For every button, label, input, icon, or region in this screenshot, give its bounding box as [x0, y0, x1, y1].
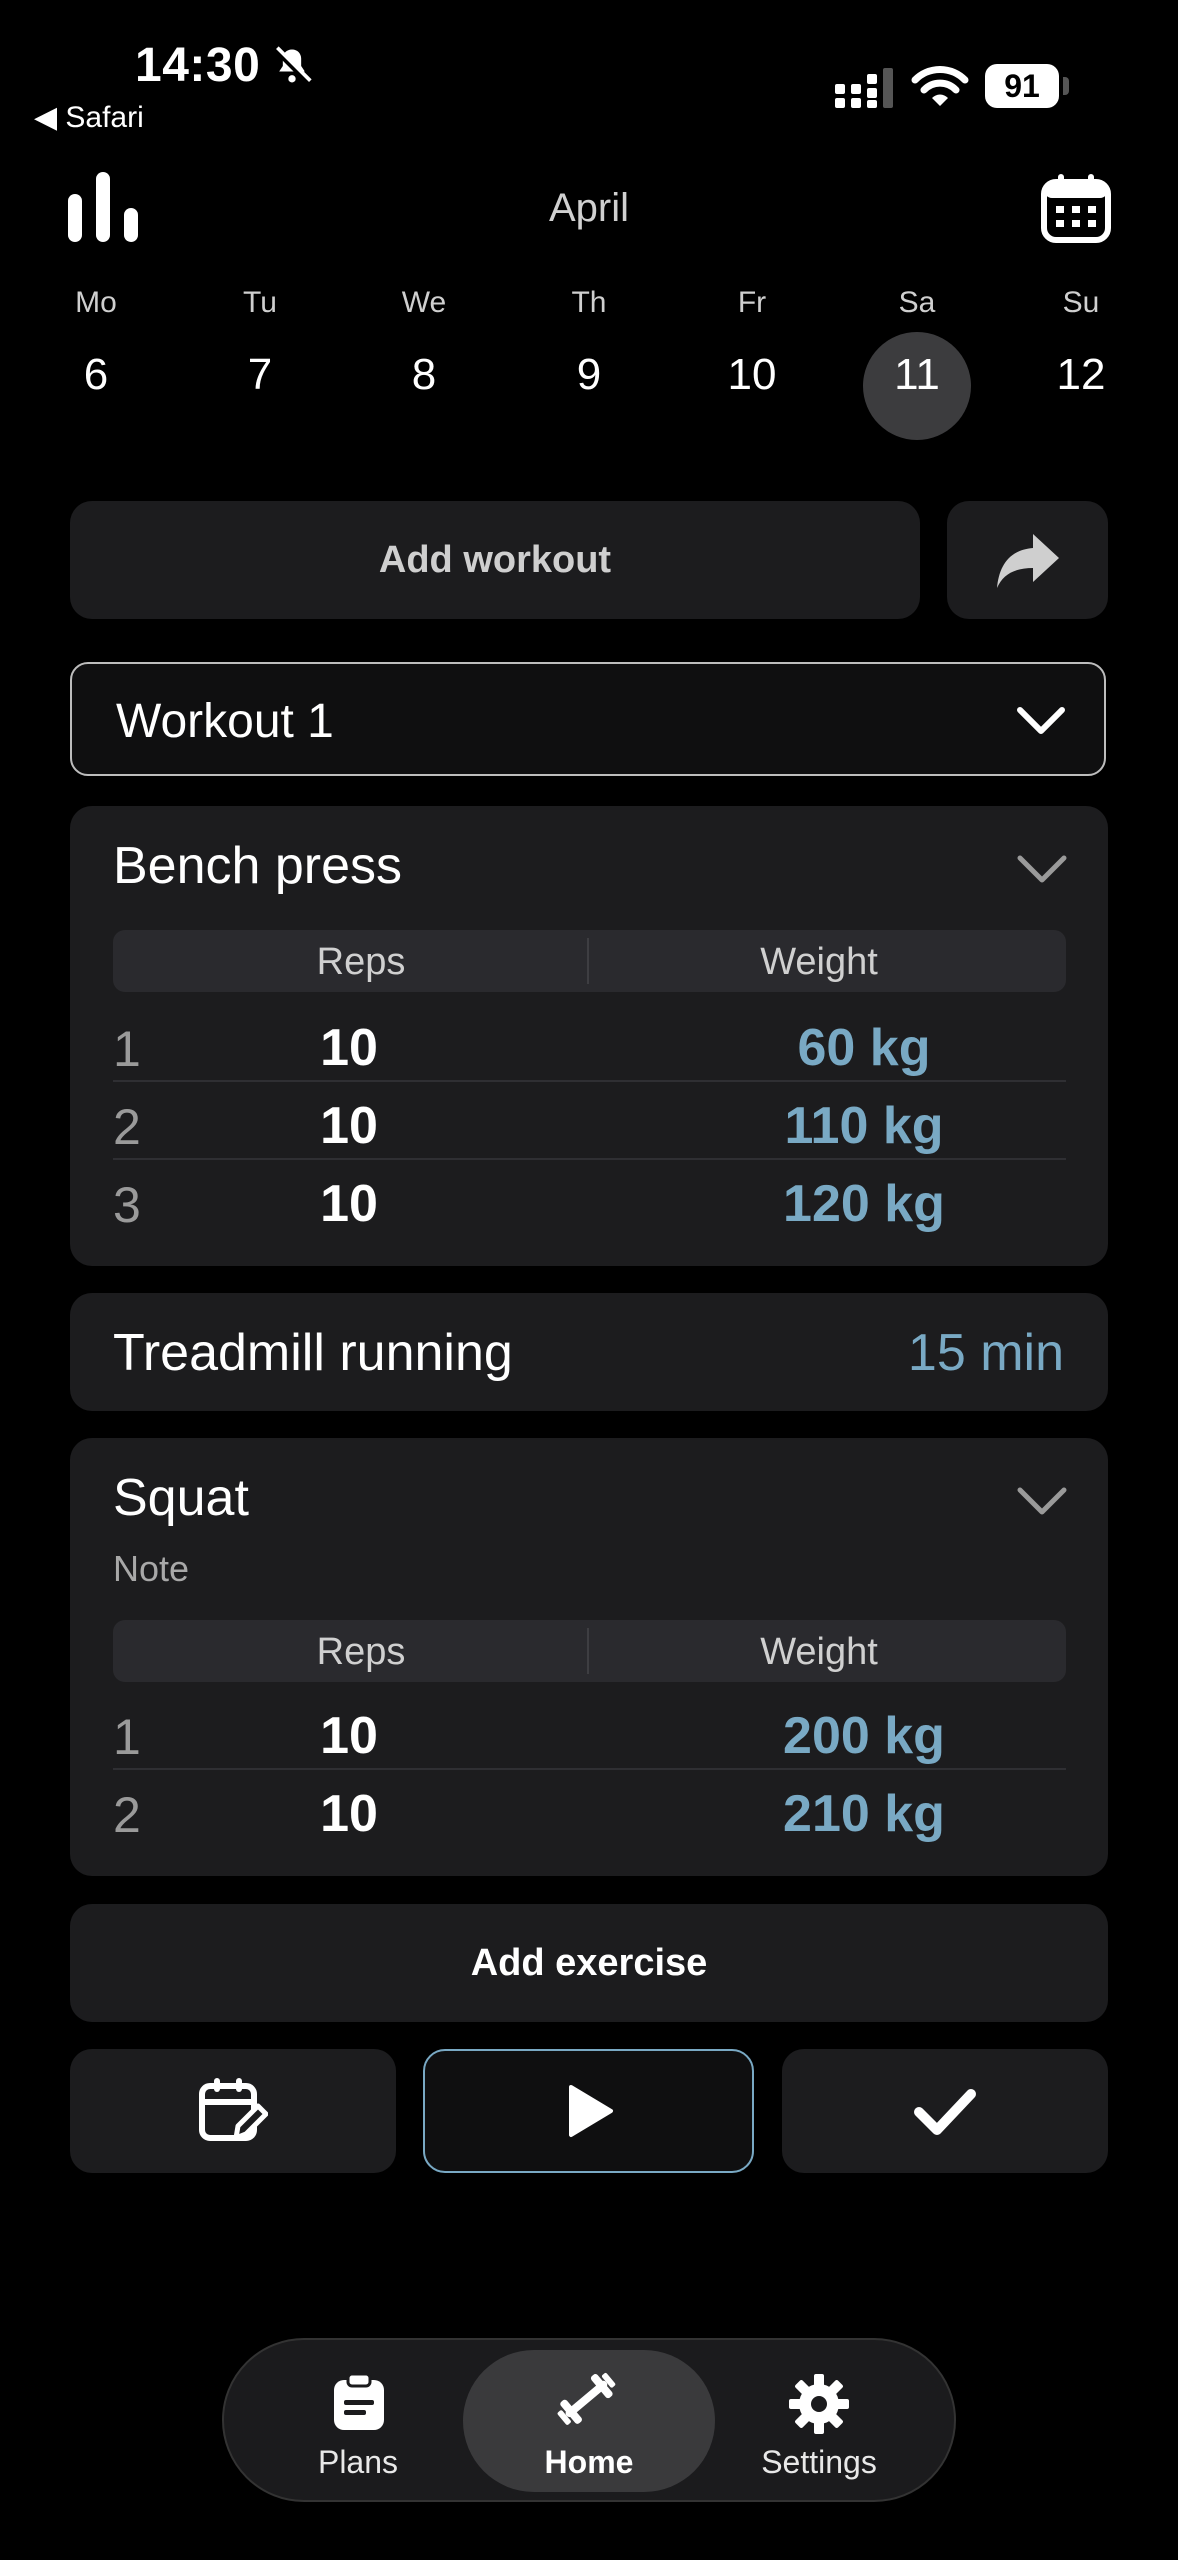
day-sunday[interactable]: Su 12 [1021, 286, 1141, 400]
calendar-icon[interactable] [1040, 172, 1112, 244]
day-wednesday[interactable]: We 8 [364, 286, 484, 400]
exercise-duration: 15 min [907, 1324, 1064, 1382]
bell-muted-icon [273, 46, 312, 85]
column-header-reps: Reps [316, 941, 406, 983]
tab-plans[interactable]: Plans [258, 2370, 458, 2490]
column-header-weight: Weight [760, 1631, 878, 1673]
exercise-card-bench-press: Bench press Reps Weight 1 10 60 kg 2 10 … [70, 806, 1108, 1266]
battery-level: 91 [985, 64, 1059, 108]
share-arrow-icon [996, 534, 1059, 588]
day-number: 12 [1056, 350, 1106, 399]
battery-indicator: 91 [985, 64, 1071, 108]
day-number: 7 [247, 350, 273, 399]
clipboard-icon [334, 2374, 384, 2430]
tab-label: Home [544, 2444, 634, 2480]
day-number: 10 [727, 350, 777, 399]
wifi-icon [911, 66, 969, 106]
checkmark-icon [914, 2089, 976, 2135]
set-index: 1 [113, 1709, 141, 1765]
row-divider [113, 1768, 1066, 1770]
exercise-note[interactable]: Note [113, 1548, 189, 1590]
workout-select[interactable]: Workout 1 [70, 662, 1106, 776]
row-divider [113, 1080, 1066, 1082]
day-name: We [401, 286, 447, 319]
day-number: 9 [576, 350, 602, 399]
table-header: Reps Weight [113, 1620, 1066, 1682]
day-thursday[interactable]: Th 9 [529, 286, 649, 400]
add-workout-label: Add workout [378, 538, 612, 581]
workout-select-value: Workout 1 [116, 695, 334, 748]
day-tuesday[interactable]: Tu 7 [200, 286, 320, 400]
play-icon [568, 2085, 613, 2137]
set-row[interactable]: 2 10 210 kg [113, 1780, 1066, 1856]
add-workout-button[interactable]: Add workout [70, 501, 920, 619]
share-button[interactable] [947, 501, 1108, 619]
day-name: Th [571, 286, 607, 319]
back-to-safari[interactable]: ◀ Safari [34, 100, 144, 135]
exercise-card-treadmill[interactable]: Treadmill running 15 min [70, 1293, 1108, 1411]
statistics-icon[interactable] [68, 172, 138, 242]
chevron-down-icon[interactable] [1016, 854, 1068, 884]
set-reps: 10 [320, 1707, 378, 1765]
add-exercise-button[interactable]: Add exercise [70, 1904, 1108, 2022]
set-row[interactable]: 1 10 200 kg [113, 1702, 1066, 1778]
set-index: 2 [113, 1099, 141, 1155]
status-time: 14:30 [135, 39, 261, 92]
set-weight: 210 kg [783, 1785, 945, 1843]
complete-workout-button[interactable] [782, 2049, 1108, 2173]
day-number: 6 [83, 350, 109, 399]
set-weight: 200 kg [783, 1707, 945, 1765]
day-number: 11 [894, 350, 940, 399]
set-weight: 110 kg [784, 1097, 944, 1155]
day-name: Su [1062, 286, 1100, 319]
dumbbell-icon [557, 2373, 616, 2425]
start-workout-button[interactable] [423, 2049, 754, 2173]
cellular-signal-icon [835, 68, 893, 108]
set-row[interactable]: 2 10 110 kg [113, 1092, 1066, 1168]
month-title: April [548, 186, 630, 230]
add-exercise-label: Add exercise [470, 1941, 708, 1984]
set-reps: 10 [320, 1097, 378, 1155]
set-weight: 60 kg [797, 1019, 931, 1077]
day-name: Fr [737, 286, 767, 319]
calendar-edit-icon [199, 2078, 268, 2141]
set-weight: 120 kg [783, 1175, 945, 1233]
day-name: Tu [243, 286, 277, 319]
set-index: 3 [113, 1177, 141, 1233]
column-header-reps: Reps [316, 1631, 406, 1673]
schedule-edit-button[interactable] [70, 2049, 396, 2173]
day-friday[interactable]: Fr 10 [692, 286, 812, 400]
set-index: 2 [113, 1787, 141, 1843]
set-index: 1 [113, 1021, 141, 1077]
gear-icon [789, 2374, 849, 2434]
chevron-down-icon[interactable] [1016, 1486, 1068, 1516]
day-name: Sa [898, 286, 936, 319]
tab-settings[interactable]: Settings [719, 2370, 919, 2490]
day-name: Mo [75, 286, 117, 319]
exercise-title: Treadmill running [113, 1324, 513, 1382]
set-reps: 10 [320, 1785, 378, 1843]
tab-label: Plans [317, 2444, 399, 2480]
day-number: 8 [411, 350, 437, 399]
day-saturday[interactable]: Sa 11 [857, 286, 977, 400]
set-row[interactable]: 1 10 60 kg [113, 1014, 1066, 1090]
tab-label: Settings [761, 2444, 877, 2480]
set-reps: 10 [320, 1019, 378, 1077]
set-reps: 10 [320, 1175, 378, 1233]
day-monday[interactable]: Mo 6 [36, 286, 156, 400]
exercise-title: Bench press [113, 837, 403, 895]
exercise-card-squat: Squat Note Reps Weight 1 10 200 kg 2 10 … [70, 1438, 1108, 1876]
tab-home[interactable]: Home [489, 2370, 689, 2490]
chevron-down-icon [1017, 707, 1065, 734]
column-header-weight: Weight [760, 941, 878, 983]
set-row[interactable]: 3 10 120 kg [113, 1170, 1066, 1246]
row-divider [113, 1158, 1066, 1160]
table-header: Reps Weight [113, 930, 1066, 992]
exercise-title: Squat [113, 1469, 249, 1527]
